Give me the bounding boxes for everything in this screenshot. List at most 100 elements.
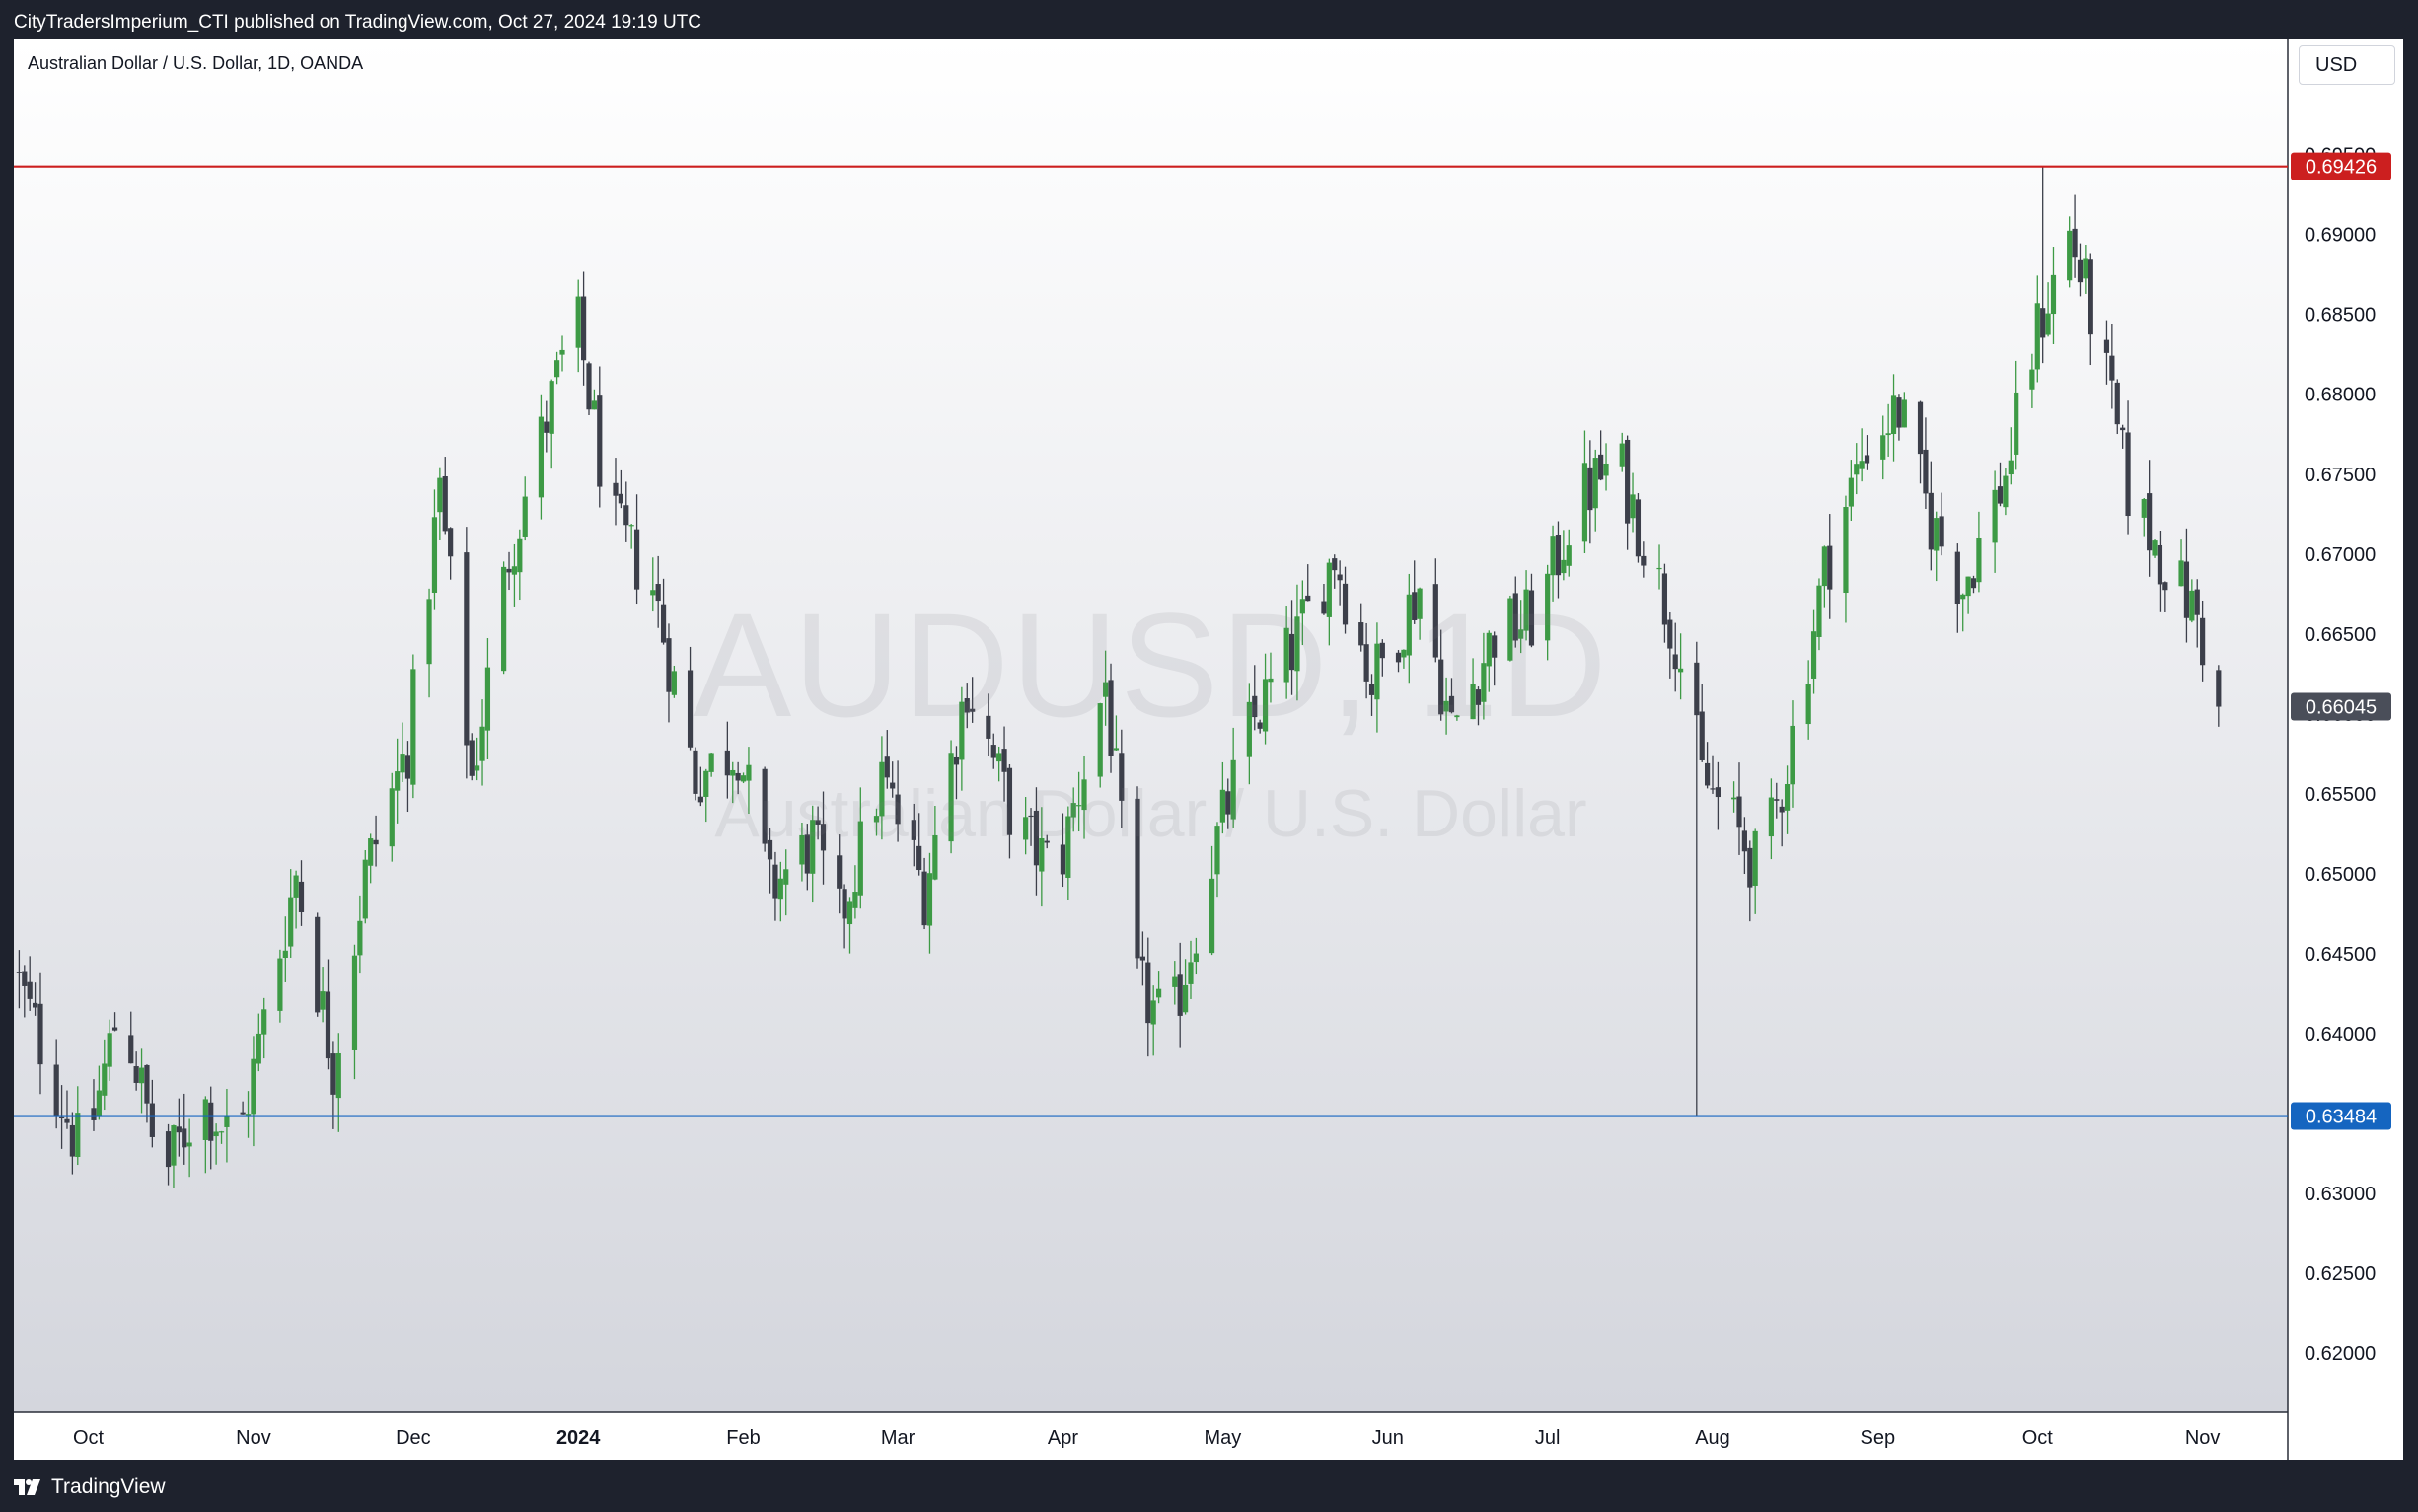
candle-body-up [2152, 540, 2158, 556]
price-tick-label: 0.64500 [2305, 944, 2376, 966]
candle-body-down [91, 1108, 97, 1120]
publisher-info: CityTradersImperium_CTI published on Tra… [14, 12, 701, 33]
price-axis-background[interactable] [2288, 39, 2403, 1460]
candle-body-down [27, 981, 33, 999]
candle-body-up [1550, 536, 1556, 576]
candle-body-down [325, 991, 331, 1059]
candle-body-up [559, 349, 565, 355]
candle-body-down [240, 1112, 246, 1115]
candle-body-up [475, 765, 480, 771]
candle-body-up [171, 1125, 177, 1166]
candle-body-down [506, 568, 512, 573]
price-tick-label: 0.67500 [2305, 465, 2376, 486]
price-tick-label: 0.67000 [2305, 544, 2376, 566]
candle-body-down [2125, 432, 2131, 517]
candle-body-down [37, 1003, 43, 1065]
candle-body-down [772, 864, 778, 899]
candle-body-down [1625, 439, 1631, 524]
price-tick-label: 0.65500 [2305, 784, 2376, 806]
candle-body-down [837, 855, 843, 889]
candle-body-up [2008, 460, 2014, 475]
candle-body-up [2045, 313, 2051, 335]
candle-body-down [1641, 555, 1647, 566]
footer-brand[interactable]: TradingView [14, 1472, 166, 1503]
candle-body-up [256, 1033, 261, 1064]
candle-body-up [107, 1033, 112, 1067]
price-tick-label: 0.66500 [2305, 624, 2376, 646]
candle-body-down [2147, 493, 2153, 551]
candle-body-down [182, 1128, 187, 1148]
candle-body-up [138, 1067, 145, 1084]
time-tick-label: May [1204, 1427, 1241, 1449]
candle-body-up [1592, 458, 1598, 509]
price-tick-label: 0.65000 [2305, 864, 2376, 886]
candle-body-up [320, 991, 326, 1010]
candle-body-up [1854, 464, 1860, 475]
candle-body-down [448, 528, 454, 557]
symbol-title[interactable]: Australian Dollar / U.S. Dollar, 1D, OAN… [28, 53, 363, 74]
candle-body-up [1561, 559, 1567, 574]
candle-body-down [64, 1118, 70, 1123]
candle-body-up [1848, 477, 1854, 507]
candle-body-up [2141, 499, 2147, 518]
candle-body-down [1747, 847, 1753, 888]
candle-body-down [111, 1027, 118, 1031]
tradingview-logo-icon [14, 1479, 40, 1495]
candle-body-down [1928, 492, 1934, 550]
candle-body-down [1939, 516, 1944, 547]
time-axis-background[interactable] [14, 1412, 2288, 1460]
candle-body-down [330, 1053, 336, 1095]
time-tick-label: Feb [726, 1427, 760, 1449]
time-tick-label: Mar [881, 1427, 916, 1449]
price-tick-label: 0.62000 [2305, 1343, 2376, 1365]
candle-body-down [1555, 535, 1562, 576]
candle-body-up [102, 1063, 108, 1096]
candle-body-down [1923, 449, 1929, 494]
time-tick-label: Oct [73, 1427, 105, 1449]
currency-button[interactable]: USD [2299, 45, 2395, 85]
candle-body-up [1603, 463, 1609, 476]
candle-body-up [437, 477, 443, 513]
time-tick-label: Nov [2185, 1427, 2221, 1449]
candle-body-up [2083, 258, 2088, 279]
candle-body-up [1880, 435, 1886, 460]
candle-body-down [1177, 974, 1183, 1016]
candle-body-up [75, 1113, 81, 1158]
candle-body-up [1566, 545, 1572, 566]
candle-body-up [202, 1099, 208, 1140]
candle-body-down [298, 881, 305, 912]
candle-body-down [1917, 401, 1924, 455]
candle-body-up [1890, 395, 1897, 435]
chart-panel[interactable]: 0.620000.625000.630000.635000.640000.645… [14, 39, 2403, 1460]
candle-body-down [53, 1064, 59, 1116]
candle-body-down [544, 421, 550, 433]
time-tick-label: Aug [1695, 1427, 1730, 1449]
time-tick-label: Sep [1861, 1427, 1896, 1449]
candle-body-down [144, 1064, 150, 1104]
candle-body-up [511, 566, 518, 575]
candle-body-up [251, 1058, 256, 1115]
candle-body-up [1859, 461, 1865, 469]
candle-body-up [261, 1009, 267, 1035]
candle-body-up [2034, 303, 2040, 370]
candle-body-up [554, 360, 560, 378]
time-tick-label: Jun [1372, 1427, 1404, 1449]
candle-body-down [69, 1124, 75, 1157]
candle-body-down [176, 1126, 182, 1133]
candle-body-down [22, 971, 28, 986]
time-tick-label: Apr [1048, 1427, 1078, 1449]
candle-body-down [580, 296, 587, 361]
footer-brand-label: TradingView [51, 1476, 166, 1498]
candle-body-up [1209, 878, 1215, 954]
candle-body-up [1976, 537, 1982, 583]
candle-body-up [549, 381, 554, 434]
candle-body-up [1155, 988, 1162, 998]
candle-body-down [921, 871, 927, 926]
price-tick-label: 0.68000 [2305, 385, 2376, 406]
candle-body-up [1656, 567, 1662, 570]
candle-body-up [2050, 274, 2057, 315]
candle-body-up [852, 892, 858, 908]
candle-body-up [277, 958, 283, 1011]
candle-body-up [708, 753, 714, 772]
candle-body-up [282, 950, 288, 959]
